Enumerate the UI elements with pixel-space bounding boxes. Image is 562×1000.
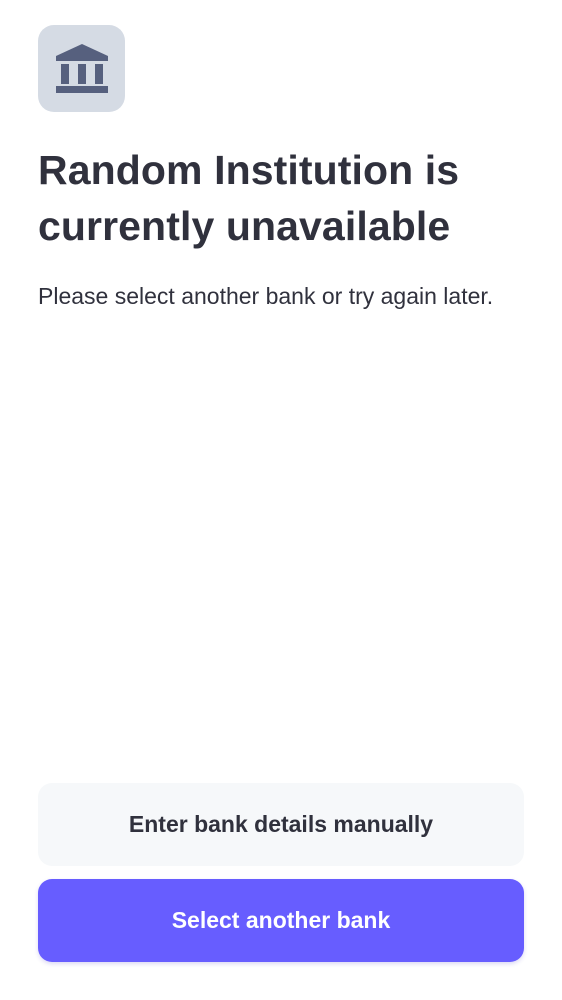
select-another-bank-button[interactable]: Select another bank [38, 879, 524, 962]
bank-icon-tile [38, 25, 125, 112]
enter-bank-details-manually-button[interactable]: Enter bank details manually [38, 783, 524, 866]
page-subtitle: Please select another bank or try again … [38, 283, 494, 309]
bank-icon [55, 43, 108, 93]
page-title: Random Institution is currently unavaila… [38, 147, 460, 249]
